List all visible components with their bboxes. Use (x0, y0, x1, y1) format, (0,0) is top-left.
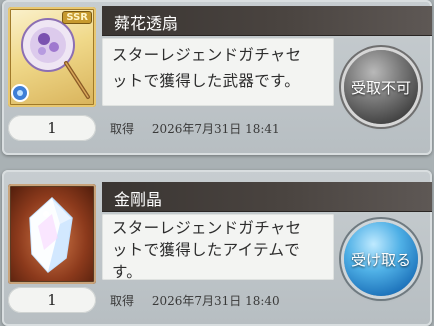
button-label: 受け取る (350, 250, 411, 269)
acquired-info: 取得 2026年7月31日 18:41 (110, 120, 280, 137)
item-footer: 1 取得 2026年7月31日 18:41 (2, 112, 432, 148)
item-name: 金剛晶 (114, 190, 163, 209)
acquired-label: 取得 (110, 122, 135, 136)
acquired-date: 2026年7月31日 18:40 (151, 294, 280, 308)
description-line: ットで獲得した武器です。 (112, 72, 301, 90)
item-count: 1 (8, 287, 96, 313)
item-name: 蕣花透扇 (114, 14, 179, 33)
item-title-bar: 金剛晶 (102, 182, 432, 212)
description-line: ットで獲得したアイテムで (112, 241, 301, 259)
item-count: 1 (8, 115, 96, 141)
acquired-info: 取得 2026年7月31日 18:40 (110, 292, 280, 309)
item-description: スターレジェンドガチャセ ットで獲得したアイテムで す。 (102, 214, 334, 281)
crystal-icon (29, 196, 73, 274)
item-footer: 1 取得 2026年7月31日 18:40 (2, 284, 432, 320)
rarity-badge: SSR (62, 11, 92, 24)
acquired-date: 2026年7月31日 18:41 (151, 122, 280, 136)
item-description: スターレジェンドガチャセ ットで獲得した武器です。 (102, 38, 334, 106)
item-title-bar: 蕣花透扇 (102, 6, 432, 36)
item-thumbnail (8, 184, 96, 284)
button-label: 受取不可 (350, 78, 411, 97)
description-line: す。 (112, 263, 143, 281)
acquired-label: 取得 (110, 294, 135, 308)
weapon-thumbnail: SSR (8, 7, 96, 107)
description-line: スターレジェンドガチャセ (112, 219, 302, 237)
gift-item-card: SSR 蕣花透扇 スターレジェンドガチャセ ットで獲得した武器です。 受取不可 … (2, 0, 432, 155)
gift-item-card: 金剛晶 スターレジェンドガチャセ ットで獲得したアイテムで す。 受け取る 1 … (2, 170, 432, 326)
description-line: スターレジェンドガチャセ (112, 46, 302, 64)
